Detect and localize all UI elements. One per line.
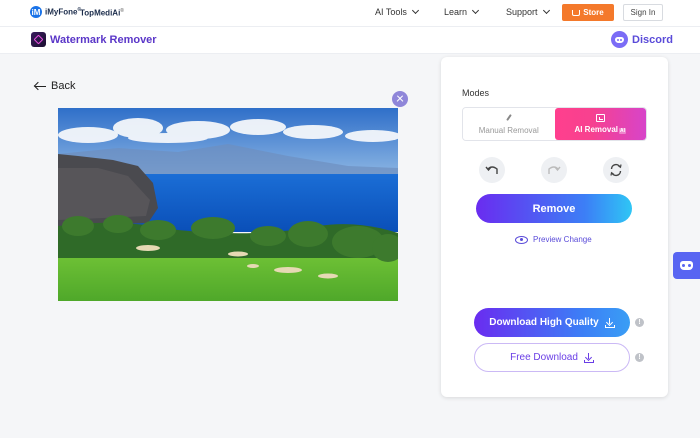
store-button[interactable]: Store [562, 4, 614, 21]
discord-icon [680, 261, 693, 270]
back-label: Back [51, 80, 76, 92]
discord-icon [611, 31, 628, 48]
uploaded-image [58, 108, 398, 301]
nav-support[interactable]: Support [506, 6, 550, 17]
topmediai-logo[interactable]: TopMediAi® [80, 8, 124, 18]
download-hq-label: Download High Quality [489, 317, 599, 328]
free-download-button[interactable]: Free Download [474, 343, 630, 372]
nav-ai-tools[interactable]: AI Tools [375, 6, 419, 17]
modes-label: Modes [462, 88, 490, 98]
info-icon[interactable]: ! [635, 318, 644, 327]
reset-button[interactable] [603, 157, 629, 183]
back-button[interactable]: Back [34, 80, 75, 92]
download-icon [604, 317, 615, 328]
imyfone-logo-icon: iM [30, 6, 42, 18]
ai-badge: AI [619, 128, 627, 134]
control-panel: Modes Manual Removal AI RemovalAI Remov [441, 57, 668, 397]
imyfone-logo-text: iMyFone® [45, 7, 82, 17]
floating-discord-button[interactable] [673, 252, 700, 279]
chevron-down-icon [542, 6, 550, 15]
app-toolbar: Watermark Remover Discord [0, 27, 700, 54]
cart-icon [572, 9, 581, 16]
download-icon [583, 352, 594, 363]
download-high-quality-button[interactable]: Download High Quality [474, 308, 630, 337]
preview-change-label: Preview Change [533, 235, 592, 244]
landscape-photo [58, 108, 398, 301]
redo-button[interactable] [541, 157, 567, 183]
mode-ai-label: AI Removal AI [574, 125, 627, 134]
top-header: iM iMyFone® TopMediAi® AI Tools Learn Su… [0, 0, 700, 27]
brush-icon [504, 114, 513, 123]
sign-in-button[interactable]: Sign In [623, 4, 663, 21]
eye-icon [515, 235, 528, 244]
undo-icon [485, 166, 498, 174]
mode-manual-removal[interactable]: Manual Removal [463, 108, 555, 140]
undo-button[interactable] [479, 157, 505, 183]
nav-learn[interactable]: Learn [444, 6, 480, 17]
preview-change-link[interactable]: Preview Change [515, 235, 592, 244]
nav-learn-label: Learn [444, 7, 468, 17]
app-title: Watermark Remover [50, 34, 157, 46]
reset-icon [610, 163, 622, 177]
free-download-label: Free Download [510, 352, 578, 363]
discord-label: Discord [632, 33, 673, 46]
nav-support-label: Support [506, 7, 538, 17]
remove-image-close-icon[interactable] [392, 91, 408, 107]
nav-ai-tools-label: AI Tools [375, 7, 407, 17]
mode-selector: Manual Removal AI Removal AI [462, 107, 647, 141]
remove-button[interactable]: Remove [476, 194, 632, 223]
ai-image-icon [595, 114, 605, 122]
store-button-label: Store [583, 8, 604, 17]
imyfone-logo[interactable]: iM iMyFone® [30, 6, 81, 18]
mode-ai-removal[interactable]: AI Removal AI [554, 108, 646, 140]
chevron-down-icon [471, 6, 480, 15]
info-icon[interactable]: ! [635, 353, 644, 362]
mode-manual-label: Manual Removal [478, 125, 539, 135]
watermark-remover-logo-icon [31, 32, 46, 47]
arrow-left-icon [34, 81, 46, 91]
chevron-down-icon [411, 6, 419, 15]
discord-link[interactable]: Discord [611, 31, 673, 48]
redo-icon [548, 166, 561, 174]
